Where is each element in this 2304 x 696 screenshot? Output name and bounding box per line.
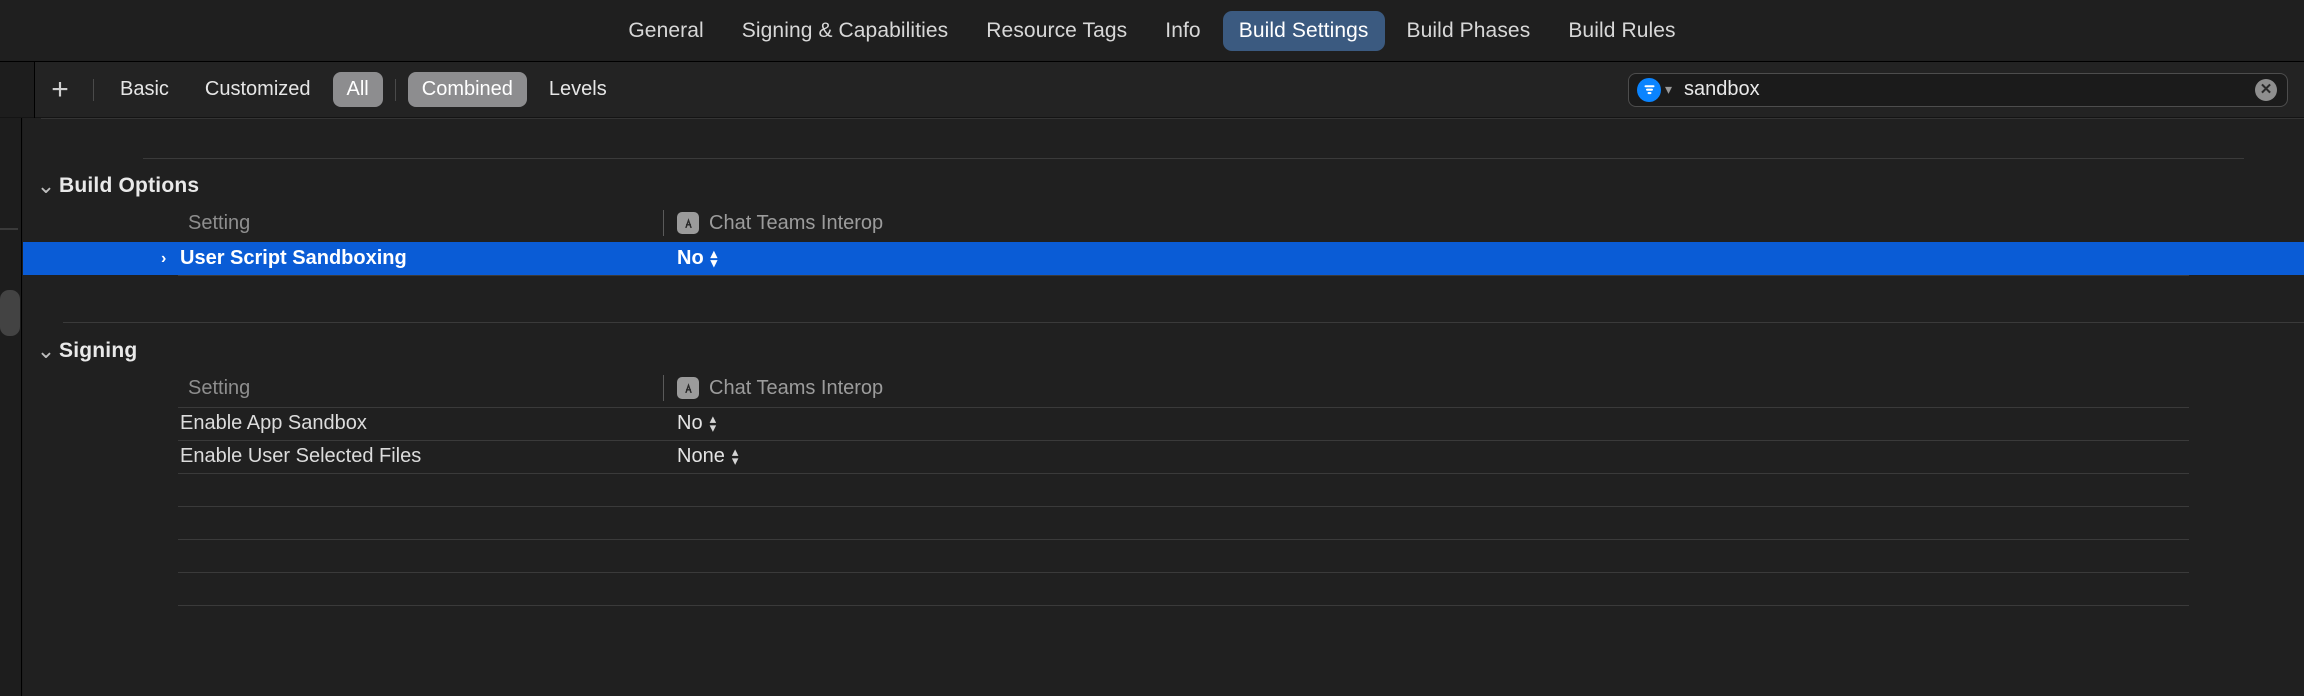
tab-build-settings[interactable]: Build Settings	[1223, 11, 1385, 51]
navigator-edge-gutter	[0, 118, 22, 696]
tab-build-rules[interactable]: Build Rules	[1552, 11, 1691, 51]
column-header-setting: Setting	[23, 212, 250, 235]
row-separator	[178, 407, 2189, 408]
setting-value-text: No	[677, 247, 704, 270]
setting-value-popup[interactable]: No ▴▾	[677, 247, 717, 270]
segment-combined[interactable]: Combined	[408, 72, 527, 107]
filter-funnel-icon[interactable]	[1637, 78, 1661, 102]
stepper-chevrons-icon[interactable]: ▴▾	[732, 448, 739, 464]
toolbar-left-gutter	[0, 62, 34, 117]
editor-tab-bar: GeneralSigning & CapabilitiesResource Ta…	[0, 0, 2304, 62]
section-title: Signing	[59, 339, 137, 363]
setting-name: Enable App Sandbox	[23, 412, 367, 435]
table-top-rule-secondary	[143, 158, 2244, 159]
gutter-tick	[0, 228, 18, 230]
segment-customized[interactable]: Customized	[191, 72, 325, 107]
xcode-build-settings-window: GeneralSigning & CapabilitiesResource Ta…	[0, 0, 2304, 696]
toolbar-separator-2	[395, 79, 396, 101]
search-field[interactable]: ▾ sandbox ✕	[1628, 73, 2288, 107]
build-setting-row[interactable]: ›User Script Sandboxing No ▴▾	[23, 242, 2304, 275]
target-name: Chat Teams Interop	[709, 377, 883, 400]
table-top-rule	[41, 118, 2304, 119]
chevron-down-icon[interactable]: ⌄	[33, 348, 59, 355]
row-separator	[178, 506, 2189, 507]
empty-row	[23, 275, 2304, 308]
section-header-signing[interactable]: ⌄Signing	[23, 333, 2304, 369]
section-list: ⌄Build OptionsSettingChat Teams Interop›…	[23, 118, 2304, 638]
segment-basic[interactable]: Basic	[106, 72, 183, 107]
setting-name: Enable User Selected Files	[23, 445, 421, 468]
tab-resource-tags[interactable]: Resource Tags	[970, 11, 1143, 51]
search-input[interactable]: sandbox	[1684, 78, 2255, 101]
row-separator	[178, 440, 2189, 441]
filter-segmented-control: BasicCustomizedAll	[102, 72, 387, 107]
tab-info[interactable]: Info	[1149, 11, 1216, 51]
section-title: Build Options	[59, 174, 199, 198]
build-setting-row[interactable]: Enable User Selected Files None ▴▾	[23, 440, 2304, 473]
empty-row	[23, 539, 2304, 572]
column-header-target: Chat Teams Interop	[677, 377, 883, 400]
column-header-target: Chat Teams Interop	[677, 212, 883, 235]
segment-levels[interactable]: Levels	[535, 72, 621, 107]
column-divider	[663, 210, 664, 236]
tab-build-phases[interactable]: Build Phases	[1391, 11, 1547, 51]
column-header-setting: Setting	[23, 377, 250, 400]
tab-list: GeneralSigning & CapabilitiesResource Ta…	[612, 11, 1691, 51]
stepper-chevrons-icon[interactable]: ▴▾	[711, 250, 718, 266]
chevron-down-icon[interactable]: ⌄	[33, 183, 59, 190]
stepper-chevrons-icon[interactable]: ▴▾	[710, 415, 717, 431]
column-divider	[663, 375, 664, 401]
view-segmented-control: CombinedLevels	[404, 72, 625, 107]
setting-value-text: None	[677, 445, 725, 468]
add-build-setting-button[interactable]: +	[35, 62, 85, 118]
empty-row	[23, 506, 2304, 539]
build-settings-toolbar: + BasicCustomizedAll CombinedLevels ▾ sa…	[0, 62, 2304, 118]
build-setting-row[interactable]: Enable App Sandbox No ▴▾	[23, 407, 2304, 440]
setting-value-popup[interactable]: No ▴▾	[677, 412, 716, 435]
target-name: Chat Teams Interop	[709, 212, 883, 235]
section-divider	[63, 322, 2304, 323]
row-separator	[178, 275, 2189, 276]
column-header-row: Setting Chat Teams Interop	[23, 369, 2304, 407]
setting-name: User Script Sandboxing	[23, 247, 407, 270]
toolbar-separator-1	[93, 79, 94, 101]
section-header-build-options[interactable]: ⌄Build Options	[23, 168, 2304, 204]
setting-value-text: No	[677, 412, 703, 435]
row-separator	[178, 572, 2189, 573]
empty-row	[23, 572, 2304, 605]
xcode-target-icon	[677, 377, 699, 399]
tab-general[interactable]: General	[612, 11, 719, 51]
empty-row	[23, 473, 2304, 506]
xcode-target-icon	[677, 212, 699, 234]
chevron-right-icon[interactable]: ›	[161, 250, 166, 268]
build-settings-table: ⌄Build OptionsSettingChat Teams Interop›…	[23, 118, 2304, 696]
clear-search-icon[interactable]: ✕	[2255, 79, 2277, 101]
setting-value-popup[interactable]: None ▴▾	[677, 445, 738, 468]
row-separator	[178, 539, 2189, 540]
tab-signing-capabilities[interactable]: Signing & Capabilities	[726, 11, 965, 51]
row-separator	[178, 605, 2189, 606]
sidebar-resize-grip[interactable]	[0, 290, 20, 336]
chevron-down-icon[interactable]: ▾	[1665, 81, 1672, 98]
row-separator	[178, 473, 2189, 474]
column-header-row: Setting Chat Teams Interop	[23, 204, 2304, 242]
empty-row	[23, 605, 2304, 638]
segment-all[interactable]: All	[333, 72, 383, 107]
